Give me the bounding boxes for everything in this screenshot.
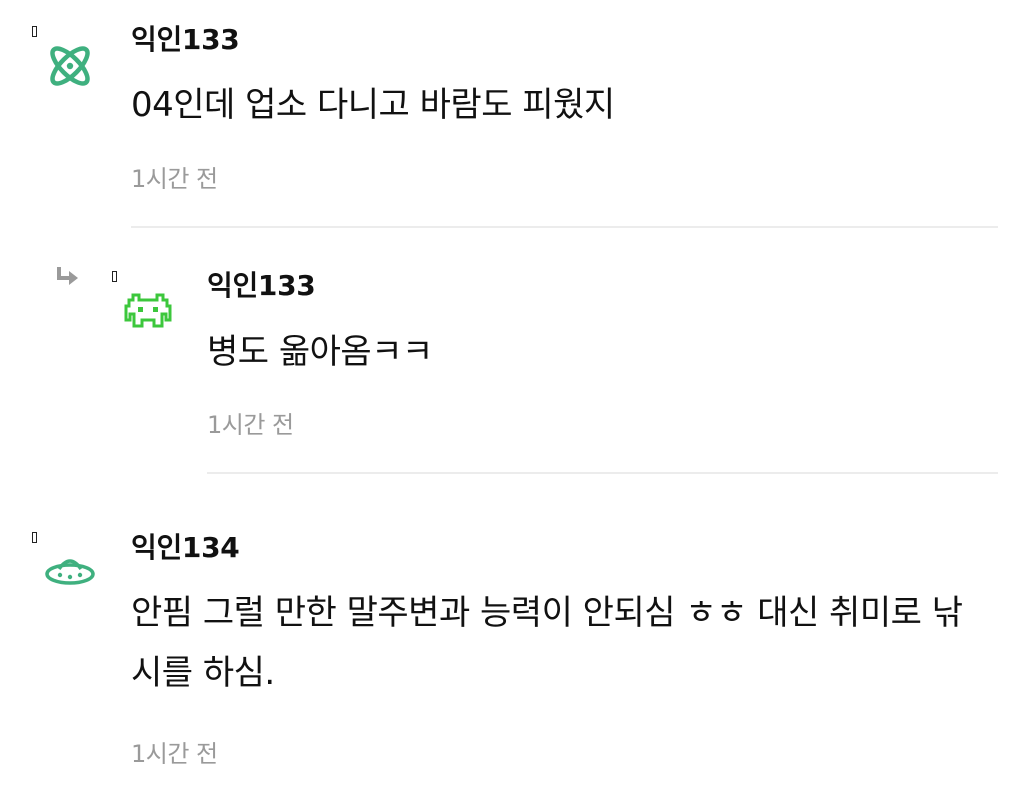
comment-text: 04인데 업소 다니고 바람도 피웠지 bbox=[131, 85, 615, 125]
space-invader-icon bbox=[124, 293, 172, 328]
reply-nickname[interactable]: 익인133 bbox=[207, 268, 316, 304]
comment-nickname[interactable]: 익인133 bbox=[131, 22, 240, 58]
comment-marker-icon bbox=[112, 271, 118, 282]
reply-arrow-icon bbox=[57, 267, 78, 285]
reply-time: 1시간 전 bbox=[207, 411, 294, 439]
divider bbox=[131, 226, 998, 228]
reply-text: 병도 옮아옴ㅋㅋ bbox=[207, 332, 433, 372]
atom-icon bbox=[50, 46, 90, 86]
comment-text: 안핌 그럴 만한 말주변과 능력이 안되심 ㅎㅎ 대신 취미로 낚시를 하심. bbox=[131, 593, 963, 693]
comment-time: 1시간 전 bbox=[131, 165, 218, 193]
divider bbox=[207, 472, 998, 474]
comment-time: 1시간 전 bbox=[131, 740, 218, 768]
comment-nickname[interactable]: 익인134 bbox=[131, 530, 240, 566]
comment-marker-icon bbox=[32, 26, 38, 37]
ufo-icon bbox=[45, 559, 95, 585]
comment-marker-icon bbox=[32, 532, 38, 543]
